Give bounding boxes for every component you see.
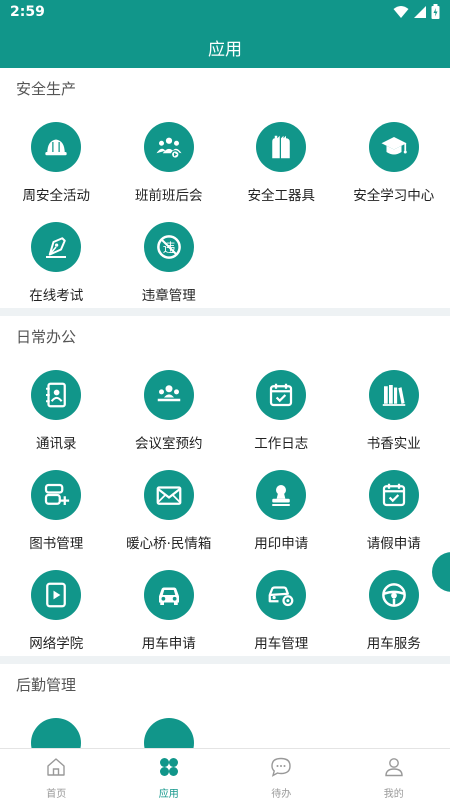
tab-label: 我的 [383, 789, 404, 800]
partial-icon [31, 718, 82, 748]
app-grid: 周安全活动 班前班后会 安全工器具 安全学习中心在线考试 违违章管理 [0, 108, 450, 308]
app-label: 书香实业 [366, 436, 421, 452]
app-tile-video-play-icon-8[interactable]: 网络学院 [0, 556, 113, 656]
app-tile-contacts-icon-0[interactable]: 通讯录 [0, 356, 113, 456]
battery-icon [431, 4, 440, 19]
tab-label: 首页 [46, 789, 67, 800]
section-title: 日常办公 [16, 328, 77, 346]
hard-hat-icon [31, 122, 82, 172]
app-grid: 通讯录 会议室预约 工作日志 书香实业图书管理 暖心桥·民情箱 用印申请 请假申请网络学院 用… [0, 356, 450, 656]
app-label: 安全工器具 [247, 188, 316, 204]
app-tile-hard-hat-icon-0[interactable]: 周安全活动 [0, 108, 113, 208]
app-tile-car-icon-9[interactable]: 用车申请 [113, 556, 226, 656]
section-title: 安全生产 [16, 80, 77, 98]
gloves-icon [256, 122, 307, 172]
car-icon [143, 570, 194, 620]
app-label: 暖心桥·民情箱 [126, 536, 212, 552]
app-tile-graduation-cap-icon-3[interactable]: 安全学习中心 [338, 108, 450, 208]
app-tile-stamp-icon-6[interactable]: 用印申请 [225, 456, 338, 556]
app-tile-pen-nib-icon-4[interactable]: 在线考试 [0, 208, 113, 308]
app-label: 违章管理 [141, 288, 196, 304]
section-2: 后勤管理 [0, 664, 450, 748]
app-tile-books-icon-3[interactable]: 书香实业 [338, 356, 450, 456]
contacts-icon [31, 370, 82, 420]
app-label: 请假申请 [366, 536, 421, 552]
app-label: 用车管理 [254, 636, 309, 652]
calendar-check-icon [368, 470, 419, 520]
app-tile-book-add-icon-4[interactable]: 图书管理 [0, 456, 113, 556]
chat-icon [269, 755, 293, 783]
group-meeting-icon [143, 122, 194, 172]
app-list[interactable]: 安全生产周安全活动 班前班后会 安全工器具 安全学习中心在线考试 违违章管理日常办公通讯… [0, 68, 450, 748]
app-grid [0, 704, 450, 748]
app-tile-partial-icon-1[interactable] [113, 704, 226, 748]
books-icon [368, 370, 419, 420]
section-divider [0, 308, 450, 316]
tab-home[interactable]: 首页 [0, 749, 113, 800]
page-title: 应用 [208, 40, 242, 60]
section-1: 日常办公通讯录 会议室预约 工作日志 书香实业图书管理 暖心桥·民情箱 用印申请 请假申请网… [0, 316, 450, 664]
app-tile-prohibited-icon-5[interactable]: 违违章管理 [113, 208, 226, 308]
app-tile-car-gear-icon-10[interactable]: 用车管理 [225, 556, 338, 656]
app-label: 用印申请 [254, 536, 309, 552]
app-label: 用车服务 [366, 636, 421, 652]
app-label: 图书管理 [29, 536, 84, 552]
app-tile-partial-icon-0[interactable] [0, 704, 113, 748]
tab-apps[interactable]: 应用 [113, 749, 226, 800]
tab-label: 待办 [271, 789, 292, 800]
svg-text:违: 违 [162, 240, 175, 255]
stamp-icon [256, 470, 307, 520]
app-label: 网络学院 [29, 636, 84, 652]
car-gear-icon [256, 570, 307, 620]
app-tile-group-meeting-icon-1[interactable]: 班前班后会 [113, 108, 226, 208]
app-bar: 应用 [0, 24, 450, 68]
steering-wheel-icon [368, 570, 419, 620]
mail-icon [143, 470, 194, 520]
tab-label: 应用 [158, 789, 179, 800]
app-label: 会议室预约 [135, 436, 203, 452]
pen-nib-icon [31, 222, 82, 272]
system-icons [393, 4, 440, 19]
app-tile-gloves-icon-2[interactable]: 安全工器具 [225, 108, 338, 208]
app-label: 周安全活动 [22, 188, 91, 204]
book-add-icon [31, 470, 82, 520]
video-play-icon [31, 570, 82, 620]
partial-icon [143, 718, 194, 748]
home-icon [44, 755, 68, 783]
section-0: 安全生产周安全活动 班前班后会 安全工器具 安全学习中心在线考试 违违章管理 [0, 68, 450, 316]
app-tile-mail-icon-5[interactable]: 暖心桥·民情箱 [113, 456, 226, 556]
app-tile-calendar-check-icon-7[interactable]: 请假申请 [338, 456, 450, 556]
status-bar: 2:59 [0, 0, 450, 24]
meeting-room-icon [143, 370, 194, 420]
prohibited-icon: 违 [143, 222, 194, 272]
graduation-cap-icon [368, 122, 419, 172]
app-label: 用车申请 [141, 636, 196, 652]
app-label: 在线考试 [29, 288, 84, 304]
signal-icon [414, 5, 426, 18]
tab-chat[interactable]: 待办 [225, 749, 338, 800]
app-tile-meeting-room-icon-1[interactable]: 会议室预约 [113, 356, 226, 456]
tab-user[interactable]: 我的 [338, 749, 450, 800]
apps-icon [157, 755, 181, 783]
app-label: 工作日志 [254, 436, 309, 452]
app-label: 通讯录 [36, 436, 77, 452]
user-icon [382, 755, 406, 783]
app-tile-calendar-check-icon-2[interactable]: 工作日志 [225, 356, 338, 456]
section-title: 后勤管理 [16, 676, 77, 694]
app-label: 班前班后会 [135, 188, 203, 204]
wifi-icon [393, 5, 409, 18]
bottom-tab-bar: 首页 应用 待办 我的 [0, 748, 450, 800]
calendar-check-icon [256, 370, 307, 420]
app-label: 安全学习中心 [353, 188, 435, 204]
section-divider [0, 656, 450, 664]
status-time: 2:59 [10, 4, 45, 20]
